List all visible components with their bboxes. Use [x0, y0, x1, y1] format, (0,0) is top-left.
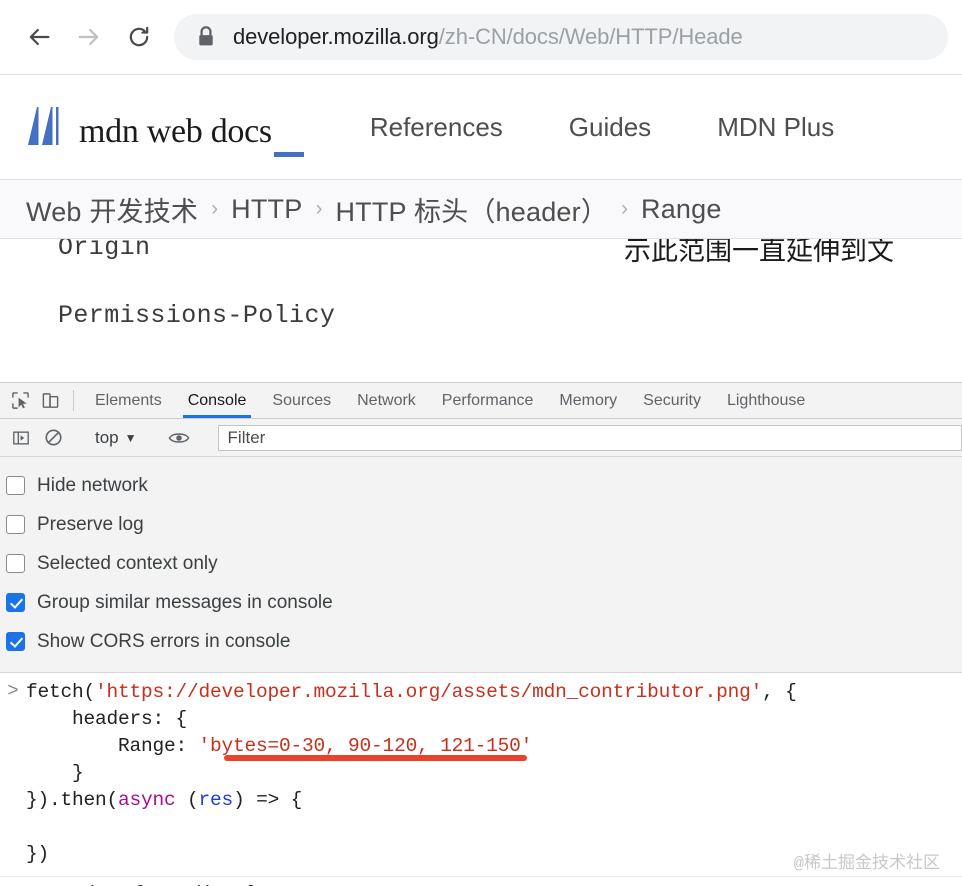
devtools-panel: Elements Console Sources Network Perform…: [0, 382, 962, 886]
checkbox-selected-context-only[interactable]: [6, 554, 25, 573]
breadcrumb-item-range: Range: [641, 194, 722, 225]
code-headers-line: headers: {: [26, 708, 187, 730]
setting-preserve-log[interactable]: Preserve log: [6, 505, 962, 544]
device-toolbar-button[interactable]: [35, 383, 65, 418]
setting-hide-network[interactable]: Hide network: [6, 466, 962, 505]
console-sidebar-button[interactable]: [5, 423, 37, 453]
console-filter-input[interactable]: Filter: [218, 425, 962, 451]
checkbox-show-cors-errors[interactable]: [6, 632, 25, 651]
tab-security[interactable]: Security: [630, 383, 714, 418]
chevron-down-icon: ▼: [125, 431, 137, 445]
checkbox-hide-network[interactable]: [6, 476, 25, 495]
nav-item-guides[interactable]: Guides: [569, 112, 651, 143]
code-line1-tail: , {: [762, 681, 797, 703]
lock-icon: [196, 25, 216, 49]
code-then-c: ) => {: [233, 789, 302, 811]
doc-term-permissions-policy[interactable]: Permissions-Policy: [58, 301, 335, 330]
console-toolbar: top ▼ Filter: [0, 419, 962, 457]
nav-item-mdn-plus[interactable]: MDN Plus: [717, 112, 834, 143]
reload-button[interactable]: [114, 12, 164, 62]
mdn-wordmark: mdn web docs: [79, 115, 304, 149]
code-fetch-call: fetch(: [26, 681, 95, 703]
code-url-string: 'https://developer.mozilla.org/assets/md…: [95, 681, 762, 703]
page-content: Origin Permissions-Policy 示此范围一直延伸到文: [0, 239, 962, 381]
setting-label: Preserve log: [37, 514, 144, 536]
context-selector-value: top: [95, 428, 119, 448]
doc-paragraph-chinese: 示此范围一直延伸到文: [624, 239, 894, 268]
url-path: /zh-CN/docs/Web/HTTP/Heade: [439, 24, 743, 49]
doc-term-origin[interactable]: Origin: [58, 239, 150, 262]
setting-show-cors-errors[interactable]: Show CORS errors in console: [6, 622, 962, 661]
breadcrumb-item-http[interactable]: HTTP: [231, 194, 302, 225]
checkbox-preserve-log[interactable]: [6, 515, 25, 534]
context-selector[interactable]: top ▼: [86, 428, 146, 448]
breadcrumb: Web 开发技术 › HTTP › HTTP 标头（header） › Rang…: [0, 180, 962, 239]
setting-group-similar[interactable]: Group similar messages in console: [6, 583, 962, 622]
toolbar-divider: [73, 390, 74, 411]
back-button[interactable]: [14, 12, 64, 62]
arrow-left-icon: [25, 23, 53, 51]
clear-console-icon: [44, 428, 63, 447]
code-close-brace: }: [26, 762, 84, 784]
tab-performance[interactable]: Performance: [429, 383, 547, 418]
url-text: developer.mozilla.org/zh-CN/docs/Web/HTT…: [233, 24, 743, 50]
breadcrumb-separator: ›: [211, 197, 218, 221]
console-result-value-row[interactable]: ▶ Promise {<pending>}: [26, 881, 257, 886]
code-then-b: (: [176, 789, 199, 811]
code-range-value: 'bytes=0-30, 90-120, 121-150': [199, 735, 533, 757]
inspect-element-button[interactable]: [5, 383, 35, 418]
breadcrumb-separator: ›: [315, 197, 322, 221]
setting-label: Hide network: [37, 475, 148, 497]
tab-network[interactable]: Network: [344, 383, 429, 418]
setting-label: Show CORS errors in console: [37, 631, 290, 653]
create-live-expression-icon: [168, 430, 190, 446]
tab-lighthouse[interactable]: Lighthouse: [714, 383, 818, 418]
watermark: @稀土掘金技术社区: [794, 848, 940, 874]
console-input-code: fetch('https://developer.mozilla.org/ass…: [26, 679, 797, 868]
range-annotation-underline: [224, 755, 527, 761]
breadcrumb-separator: ›: [621, 197, 628, 221]
mdn-site-header: mdn web docs References Guides MDN Plus: [0, 75, 962, 180]
code-then-a: }).then(: [26, 789, 118, 811]
devtools-tab-bar: Elements Console Sources Network Perform…: [0, 383, 962, 419]
console-result-marker: ‹·: [0, 881, 26, 886]
console-settings-panel: Hide network Preserve log Selected conte…: [0, 457, 962, 673]
expand-triangle-icon[interactable]: ▶: [26, 881, 34, 886]
code-range-key: Range:: [26, 735, 199, 757]
clear-console-button[interactable]: [37, 423, 69, 453]
tab-memory[interactable]: Memory: [546, 383, 630, 418]
code-param-res: res: [199, 789, 234, 811]
mdn-main-nav: References Guides MDN Plus: [370, 112, 834, 143]
live-expression-button[interactable]: [163, 423, 195, 453]
reload-icon: [125, 23, 153, 51]
setting-selected-context-only[interactable]: Selected context only: [6, 544, 962, 583]
console-sidebar-icon: [12, 429, 30, 447]
setting-label: Group similar messages in console: [37, 592, 333, 614]
arrow-right-icon: [75, 23, 103, 51]
console-result-value: Promise {<pending>}: [39, 881, 258, 886]
inspect-element-icon: [11, 391, 30, 410]
page-viewport: mdn web docs References Guides MDN Plus …: [0, 75, 962, 382]
mdn-logo[interactable]: mdn web docs: [26, 105, 304, 149]
console-result-entry: ‹· ▶ Promise {<pending>}: [0, 877, 962, 886]
url-domain: developer.mozilla.org: [233, 24, 439, 49]
nav-item-references[interactable]: References: [370, 112, 503, 143]
breadcrumb-item-http-headers[interactable]: HTTP 标头（header）: [335, 190, 608, 229]
address-bar[interactable]: developer.mozilla.org/zh-CN/docs/Web/HTT…: [174, 14, 948, 60]
tab-sources[interactable]: Sources: [259, 383, 344, 418]
device-toolbar-icon: [41, 391, 60, 410]
forward-button[interactable]: [64, 12, 114, 62]
mdn-logo-mark-icon: [26, 105, 72, 147]
tab-elements[interactable]: Elements: [82, 383, 175, 418]
console-input-marker: >: [0, 679, 26, 868]
breadcrumb-item-web-tech[interactable]: Web 开发技术: [26, 190, 198, 229]
tab-console[interactable]: Console: [175, 383, 260, 418]
browser-toolbar: developer.mozilla.org/zh-CN/docs/Web/HTT…: [0, 0, 962, 75]
console-output[interactable]: > fetch('https://developer.mozilla.org/a…: [0, 673, 962, 886]
code-final-close: }): [26, 843, 49, 865]
checkbox-group-similar[interactable]: [6, 593, 25, 612]
console-input-entry: > fetch('https://developer.mozilla.org/a…: [0, 673, 962, 877]
code-keyword-async: async: [118, 789, 176, 811]
setting-label: Selected context only: [37, 553, 218, 575]
